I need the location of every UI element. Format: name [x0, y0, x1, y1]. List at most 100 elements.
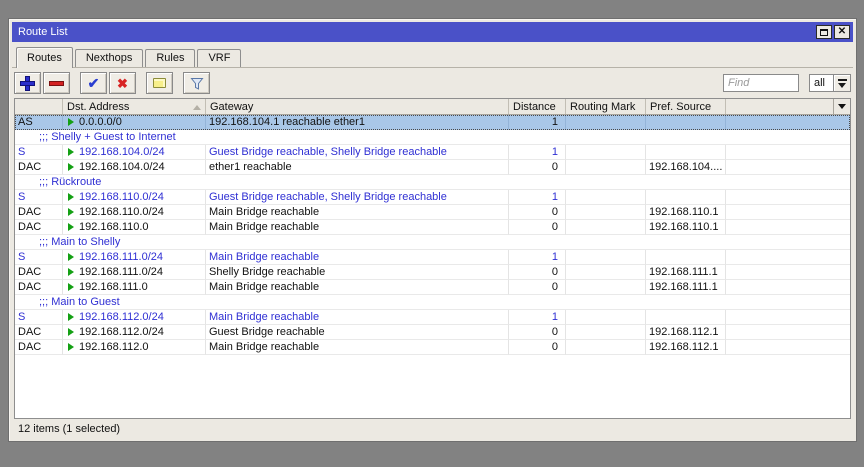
find-input[interactable]	[723, 74, 799, 92]
check-icon: ✔	[87, 75, 100, 91]
comment-button[interactable]	[146, 72, 173, 94]
maximize-icon	[820, 28, 828, 36]
scope-dropdown-button[interactable]	[833, 74, 851, 92]
scope-value[interactable]: all	[809, 74, 833, 92]
route-flags: DAC	[15, 280, 63, 295]
active-route-icon	[68, 313, 74, 321]
route-gateway: 192.168.104.1 reachable ether1	[206, 115, 509, 130]
route-row[interactable]: S 192.168.112.0/24 Main Bridge reachable 1	[15, 310, 850, 325]
route-gateway: Main Bridge reachable	[206, 250, 509, 265]
row-filler	[726, 265, 850, 280]
route-row[interactable]: DAC 192.168.111.0 Main Bridge reachable 0 19…	[15, 280, 850, 295]
dst-address-text: 0.0.0.0/0	[79, 116, 122, 128]
route-comment: ;;; Main to Shelly	[15, 235, 850, 250]
dst-address-text: 192.168.110.0	[79, 221, 149, 233]
row-filler	[726, 280, 850, 295]
route-dst-address: 192.168.112.0	[63, 340, 206, 355]
route-row[interactable]: S 192.168.104.0/24 Guest Bridge reachable,…	[15, 145, 850, 160]
row-filler	[726, 160, 850, 175]
route-row[interactable]: AS 0.0.0.0/0 192.168.104.1 reachable ether…	[15, 115, 850, 130]
scope-combo[interactable]: all	[809, 74, 851, 92]
route-gateway: Main Bridge reachable	[206, 310, 509, 325]
sort-ascending-icon	[193, 104, 201, 110]
table-header: Dst. Address Gateway Distance Routing Ma…	[15, 99, 850, 115]
add-route-button[interactable]	[14, 72, 41, 94]
minus-icon	[50, 81, 63, 85]
route-gateway: Guest Bridge reachable, Shelly Bridge re…	[206, 190, 509, 205]
route-row[interactable]: DAC 192.168.111.0/24 Shelly Bridge reachab…	[15, 265, 850, 280]
comment-row[interactable]: ;;; Rückroute	[15, 175, 850, 190]
active-route-icon	[68, 148, 74, 156]
route-row[interactable]: S 192.168.110.0/24 Guest Bridge reachable,…	[15, 190, 850, 205]
route-row[interactable]: S 192.168.111.0/24 Main Bridge reachable 1	[15, 250, 850, 265]
close-button[interactable]: ✕	[834, 25, 850, 39]
route-dst-address: 192.168.104.0/24	[63, 145, 206, 160]
route-list-window: Route List ✕ Routes Nexthops Rules VRF ✔…	[8, 18, 857, 442]
route-dst-address: 192.168.110.0/24	[63, 190, 206, 205]
enable-route-button[interactable]: ✔	[80, 72, 107, 94]
filter-button[interactable]	[183, 72, 210, 94]
dst-address-text: 192.168.112.0/24	[79, 326, 164, 338]
column-selector-button[interactable]	[833, 99, 850, 114]
remove-route-button[interactable]	[43, 72, 70, 94]
tabstrip: Routes Nexthops Rules VRF	[12, 47, 853, 68]
route-flags: DAC	[15, 340, 63, 355]
active-route-icon	[68, 283, 74, 291]
active-route-icon	[68, 343, 74, 351]
route-routing-mark	[566, 340, 646, 355]
dst-address-text: 192.168.104.0/24	[79, 161, 165, 173]
active-route-icon	[68, 253, 74, 261]
tab-routes[interactable]: Routes	[16, 47, 73, 68]
route-flags: DAC	[15, 205, 63, 220]
route-gateway: Main Bridge reachable	[206, 280, 509, 295]
route-row[interactable]: DAC 192.168.110.0/24 Main Bridge reachable…	[15, 205, 850, 220]
route-routing-mark	[566, 220, 646, 235]
route-table: Dst. Address Gateway Distance Routing Ma…	[14, 98, 851, 419]
tab-vrf[interactable]: VRF	[197, 49, 242, 67]
toolbar: ✔ ✖ all	[14, 72, 851, 94]
route-dst-address: 192.168.112.0/24	[63, 310, 206, 325]
chevron-down-icon	[838, 82, 846, 88]
item-count: 12 items (1 selected)	[18, 423, 121, 435]
route-row[interactable]: DAC 192.168.110.0 Main Bridge reachable 0 19…	[15, 220, 850, 235]
active-route-icon	[68, 268, 74, 276]
desktop: { "window": { "title": "Route List" }, "…	[0, 0, 864, 467]
maximize-button[interactable]	[816, 25, 832, 39]
header-distance[interactable]: Distance	[509, 99, 566, 114]
disable-route-button[interactable]: ✖	[109, 72, 136, 94]
row-filler	[726, 190, 850, 205]
route-routing-mark	[566, 160, 646, 175]
tab-rules[interactable]: Rules	[145, 49, 196, 67]
tab-nexthops[interactable]: Nexthops	[74, 49, 144, 67]
header-routing-mark[interactable]: Routing Mark	[566, 99, 646, 114]
header-gateway[interactable]: Gateway	[206, 99, 509, 114]
route-pref-source: 192.168.112.1	[646, 340, 726, 355]
route-distance: 0	[509, 340, 566, 355]
route-row[interactable]: DAC 192.168.104.0/24 ether1 reachable 0 192.…	[15, 160, 850, 175]
row-filler	[726, 145, 850, 160]
route-table-body: AS 0.0.0.0/0 192.168.104.1 reachable ether…	[15, 115, 850, 418]
comment-row[interactable]: ;;; Main to Guest	[15, 295, 850, 310]
combo-bar-icon	[837, 78, 847, 81]
route-routing-mark	[566, 115, 646, 130]
route-dst-address: 192.168.111.0/24	[63, 265, 206, 280]
route-flags: S	[15, 190, 63, 205]
route-flags: DAC	[15, 220, 63, 235]
header-pref-source[interactable]: Pref. Source	[646, 99, 726, 114]
row-filler	[726, 115, 850, 130]
route-dst-address: 0.0.0.0/0	[63, 115, 206, 130]
header-dst-address[interactable]: Dst. Address	[63, 99, 206, 114]
route-gateway: Main Bridge reachable	[206, 220, 509, 235]
titlebar[interactable]: Route List ✕	[12, 22, 853, 42]
route-dst-address: 192.168.111.0/24	[63, 250, 206, 265]
comment-row[interactable]: ;;; Shelly + Guest to Internet	[15, 130, 850, 145]
comment-row[interactable]: ;;; Main to Shelly	[15, 235, 850, 250]
route-row[interactable]: DAC 192.168.112.0 Main Bridge reachable 0 19…	[15, 340, 850, 355]
active-route-icon	[68, 328, 74, 336]
route-row[interactable]: DAC 192.168.112.0/24 Guest Bridge reachabl…	[15, 325, 850, 340]
route-flags: S	[15, 145, 63, 160]
route-distance: 1	[509, 310, 566, 325]
header-flags[interactable]	[15, 99, 63, 114]
route-pref-source	[646, 190, 726, 205]
route-pref-source: 192.168.110.1	[646, 205, 726, 220]
